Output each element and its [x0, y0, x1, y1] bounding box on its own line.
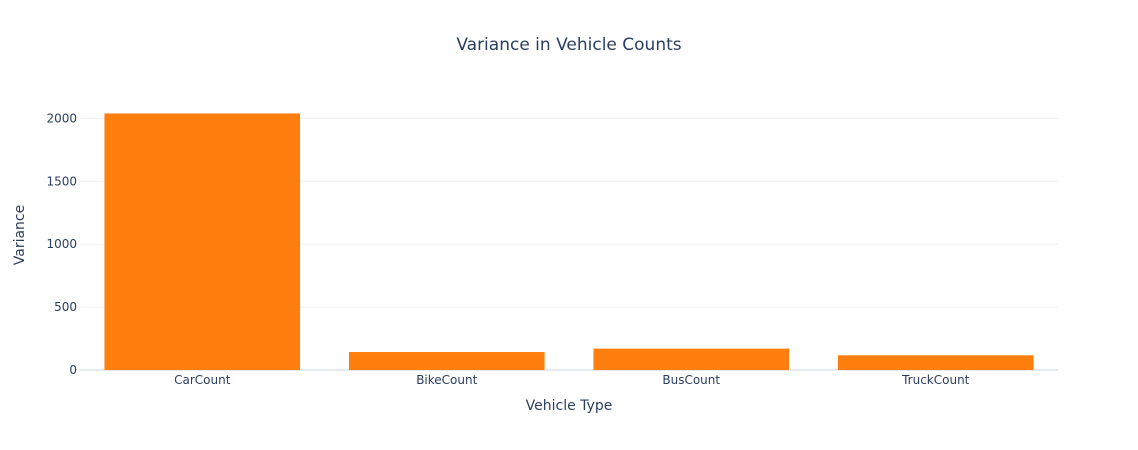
chart-title: Variance in Vehicle Counts	[456, 35, 681, 55]
x-tick-label: BikeCount	[416, 373, 477, 387]
x-axis-ticks: CarCount BikeCount BusCount TruckCount	[174, 373, 970, 387]
bar-chart: Variance in Vehicle Counts 0 500 1000 1500 2…	[12, 35, 1058, 414]
x-tick-label: TruckCount	[901, 373, 970, 387]
y-tick-label: 1000	[46, 237, 77, 251]
x-tick-label: BusCount	[662, 373, 720, 387]
x-axis-title: Vehicle Type	[526, 398, 613, 414]
y-tick-label: 2000	[46, 111, 77, 125]
bars	[104, 113, 1034, 370]
y-tick-label: 1500	[46, 174, 77, 188]
y-tick-label: 500	[54, 300, 77, 314]
bar-truckcount	[837, 355, 1034, 370]
bar-bikecount	[348, 352, 545, 370]
y-tick-label: 0	[69, 363, 77, 377]
bar-carcount	[104, 113, 301, 370]
bar-buscount	[593, 348, 790, 370]
x-tick-label: CarCount	[174, 373, 231, 387]
y-axis-ticks: 0 500 1000 1500 2000	[46, 111, 77, 377]
y-axis-title: Variance	[12, 205, 28, 265]
